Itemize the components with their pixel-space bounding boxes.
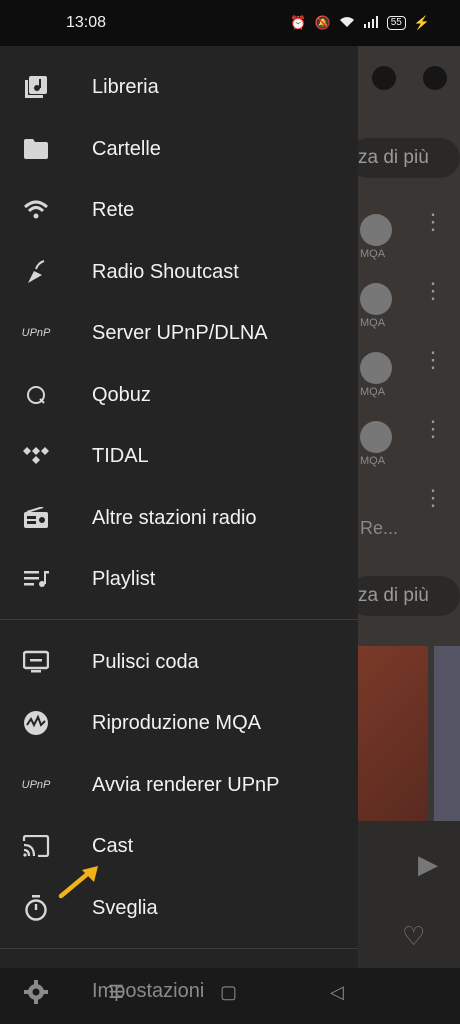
charging-icon: ⚡ bbox=[413, 15, 430, 30]
menu-item-riproduzione-mqa[interactable]: Riproduzione MQA bbox=[0, 694, 358, 752]
mqa-icon bbox=[22, 709, 50, 737]
mqa-badge-icon bbox=[360, 214, 392, 246]
menu-item-cartelle[interactable]: Cartelle bbox=[0, 120, 358, 178]
wifi-status-icon bbox=[339, 16, 355, 31]
album-cover bbox=[434, 646, 460, 821]
mini-player: ▶ ♡ bbox=[358, 821, 460, 968]
pointer-arrow-icon bbox=[58, 866, 98, 899]
qobuz-icon bbox=[22, 381, 50, 409]
menu-item-upnp-server[interactable]: UPnP Server UPnP/DLNA bbox=[0, 304, 358, 362]
show-more-button: za di più bbox=[358, 138, 460, 178]
wifi-icon bbox=[22, 196, 50, 224]
cast-icon bbox=[22, 832, 50, 860]
menu-item-libreria[interactable]: Libreria bbox=[0, 58, 358, 116]
alarm-icon: ⏰ bbox=[290, 15, 307, 30]
list-item: Re... ⋮ bbox=[360, 485, 444, 539]
home-nav-icon[interactable]: ▢ bbox=[220, 982, 237, 1003]
menu-divider bbox=[0, 948, 358, 949]
play-icon: ▶ bbox=[418, 849, 438, 879]
status-icons: ⏰ 🔕 55 ⚡ bbox=[290, 15, 430, 31]
upnp-icon: UPnP bbox=[21, 327, 51, 339]
menu-nav-icon[interactable]: ☰ bbox=[108, 982, 124, 1003]
menu-item-cast[interactable]: Cast bbox=[0, 817, 358, 875]
timer-icon bbox=[22, 894, 50, 922]
album-cover bbox=[358, 646, 428, 821]
more-icon: ⋮ bbox=[422, 347, 444, 372]
library-music-icon bbox=[22, 73, 50, 101]
menu-item-pulisci-coda[interactable]: Pulisci coda bbox=[0, 633, 358, 691]
navigation-drawer: Libreria Cartelle Rete Radio Shoutcast U… bbox=[0, 46, 358, 968]
more-icon: ⋮ bbox=[422, 209, 444, 234]
menu-item-qobuz[interactable]: Qobuz bbox=[0, 366, 358, 424]
menu-item-altre-stazioni-radio[interactable]: Altre stazioni radio bbox=[0, 489, 358, 547]
upnp-icon: UPnP bbox=[21, 779, 51, 791]
tidal-icon bbox=[22, 442, 50, 470]
status-time: 13:08 bbox=[66, 14, 107, 31]
back-nav-icon[interactable]: ◁ bbox=[330, 982, 344, 1003]
list-item: MQA ⋮ bbox=[360, 416, 444, 467]
menu-item-tidal[interactable]: TIDAL bbox=[0, 427, 358, 485]
more-icon: ⋮ bbox=[422, 416, 444, 441]
shoutcast-icon bbox=[22, 258, 50, 286]
menu-item-rete[interactable]: Rete bbox=[0, 181, 358, 239]
signal-icon bbox=[363, 15, 379, 31]
menu-item-playlist[interactable]: Playlist bbox=[0, 550, 358, 608]
system-nav-bar: Impostazioni ☰ ▢ ◁ bbox=[0, 968, 460, 1024]
mqa-badge-icon bbox=[360, 352, 392, 384]
mute-icon: 🔕 bbox=[314, 15, 331, 30]
mqa-badge-icon bbox=[360, 421, 392, 453]
list-item: MQA ⋮ bbox=[360, 347, 444, 398]
list-item: MQA ⋮ bbox=[360, 209, 444, 260]
settings-icon bbox=[422, 66, 447, 90]
account-icon bbox=[371, 66, 396, 90]
more-icon: ⋮ bbox=[422, 485, 444, 510]
heart-icon: ♡ bbox=[402, 921, 426, 951]
more-icon: ⋮ bbox=[422, 278, 444, 303]
list-item: MQA ⋮ bbox=[360, 278, 444, 329]
gear-icon bbox=[22, 978, 50, 1006]
menu-item-avvia-renderer-upnp[interactable]: UPnP Avvia renderer UPnP bbox=[0, 756, 358, 814]
mqa-badge-icon bbox=[360, 283, 392, 315]
status-bar: 13:08 ⏰ 🔕 55 ⚡ bbox=[0, 0, 460, 46]
background-app: za di più MQA ⋮ MQA ⋮ MQA ⋮ MQA ⋮ Re... … bbox=[358, 46, 460, 968]
radio-icon bbox=[22, 504, 50, 532]
folder-icon bbox=[22, 135, 50, 163]
menu-item-radio-shoutcast[interactable]: Radio Shoutcast bbox=[0, 243, 358, 301]
battery-indicator: 55 bbox=[386, 16, 406, 30]
menu-divider bbox=[0, 619, 358, 620]
clear-queue-icon bbox=[22, 648, 50, 676]
show-more-button: za di più bbox=[358, 576, 460, 616]
menu-item-sveglia[interactable]: Sveglia bbox=[0, 879, 358, 937]
playlist-icon bbox=[22, 565, 50, 593]
